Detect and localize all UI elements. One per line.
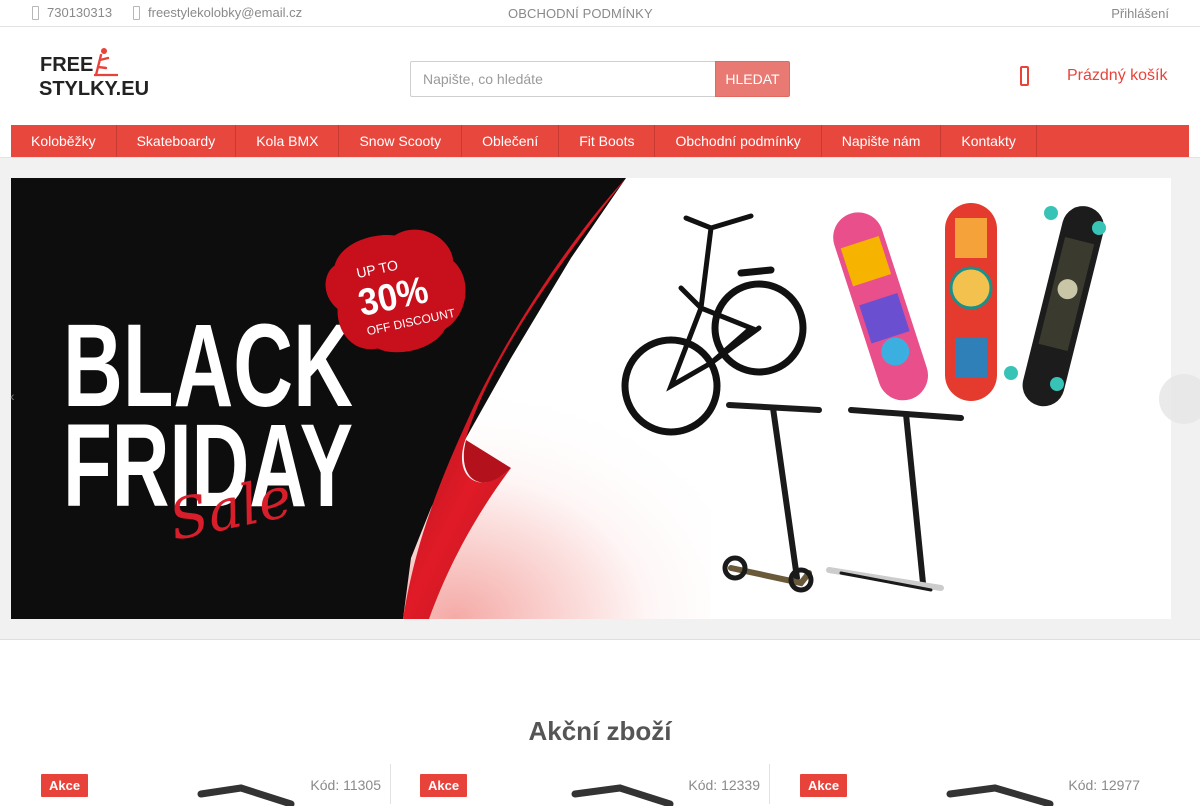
site-logo[interactable]: FREE STYLKY.EU: [38, 47, 158, 100]
hero-banner[interactable]: BLACK FRIDAY Sale UP TO 30% OFF DISCOUNT: [11, 178, 1171, 619]
cart-icon: [1020, 66, 1029, 86]
search-input[interactable]: [410, 61, 716, 97]
nav-item-kontakty[interactable]: Kontakty: [941, 125, 1037, 157]
product-code: Kód: 12977: [1068, 777, 1140, 793]
product-code: Kód: 11305: [310, 777, 381, 793]
top-bar: 730130313 freestylekolobky@email.cz OBCH…: [0, 0, 1200, 27]
phone-number[interactable]: 730130313: [47, 5, 112, 20]
nav-item-obleceni[interactable]: Oblečení: [462, 125, 560, 157]
terms-link[interactable]: OBCHODNÍ PODMÍNKY: [508, 6, 653, 21]
nav-item-kolobezky[interactable]: Koloběžky: [11, 125, 117, 157]
product-card[interactable]: Akce Kód: 12977: [770, 764, 1150, 806]
main-nav: Koloběžky Skateboardy Kola BMX Snow Scoo…: [11, 125, 1189, 157]
sale-badge: Akce: [800, 774, 848, 797]
nav-item-snow-scooty[interactable]: Snow Scooty: [339, 125, 463, 157]
logo-graphic: FREE STYLKY.EU: [39, 48, 149, 100]
nav-item-skateboardy[interactable]: Skateboardy: [117, 125, 237, 157]
search-button[interactable]: HLEDAT: [715, 61, 790, 97]
hero-slider: BLACK FRIDAY Sale UP TO 30% OFF DISCOUNT: [0, 158, 1200, 640]
sale-badge: Akce: [41, 774, 89, 797]
hero-banner-graphic: BLACK FRIDAY Sale UP TO 30% OFF DISCOUNT: [11, 178, 1171, 619]
login-link[interactable]: Přihlášení: [1111, 6, 1169, 21]
nav-item-kola-bmx[interactable]: Kola BMX: [236, 125, 340, 157]
slider-prev-arrow[interactable]: ‹: [10, 388, 20, 408]
mail-icon: [133, 5, 140, 20]
cart-widget[interactable]: Prázdný košík: [1020, 66, 1167, 86]
phone-contact[interactable]: 730130313: [32, 5, 112, 20]
nav-item-obchodni-podminky[interactable]: Obchodní podmínky: [655, 125, 822, 157]
product-image: [571, 784, 674, 806]
product-card[interactable]: Akce Kód: 11305: [11, 764, 391, 806]
cart-label[interactable]: Prázdný košík: [1067, 67, 1167, 85]
section-title-sale: Akční zboží: [528, 716, 672, 746]
sale-badge: Akce: [420, 774, 468, 797]
svg-text:STYLKY.EU: STYLKY.EU: [39, 78, 149, 99]
svg-text:FREE: FREE: [40, 54, 93, 76]
product-image: [946, 784, 1054, 806]
phone-icon: [32, 5, 39, 20]
nav-item-fit-boots[interactable]: Fit Boots: [559, 125, 656, 157]
nav-item-napiste-nam[interactable]: Napište nám: [822, 125, 942, 157]
email-contact[interactable]: freestylekolobky@email.cz: [133, 5, 302, 20]
product-code: Kód: 12339: [688, 777, 760, 793]
product-card[interactable]: Akce Kód: 12339: [390, 764, 770, 806]
product-image: [197, 784, 295, 806]
email-address[interactable]: freestylekolobky@email.cz: [148, 5, 302, 20]
